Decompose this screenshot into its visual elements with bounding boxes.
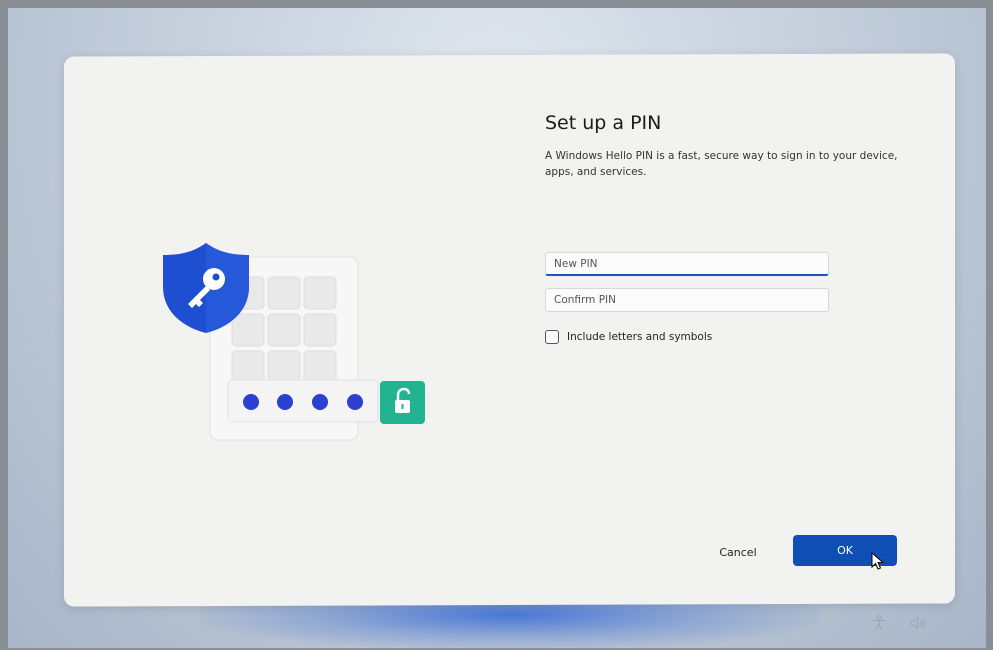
include-letters-checkbox[interactable]	[545, 330, 559, 344]
unlock-icon	[380, 381, 425, 428]
cancel-button[interactable]: Cancel	[700, 538, 776, 566]
volume-icon[interactable]	[910, 615, 926, 634]
page-title: Set up a PIN	[545, 112, 662, 134]
confirm-pin-input[interactable]	[545, 288, 829, 312]
page-description: A Windows Hello PIN is a fast, secure wa…	[545, 150, 898, 178]
accessibility-icon[interactable]	[872, 615, 886, 635]
include-letters-option[interactable]: Include letters and symbols	[545, 329, 712, 345]
shield-key-icon	[160, 241, 252, 339]
new-pin-input[interactable]	[545, 252, 829, 276]
mouse-cursor-icon	[871, 551, 885, 574]
include-letters-label: Include letters and symbols	[567, 331, 713, 343]
